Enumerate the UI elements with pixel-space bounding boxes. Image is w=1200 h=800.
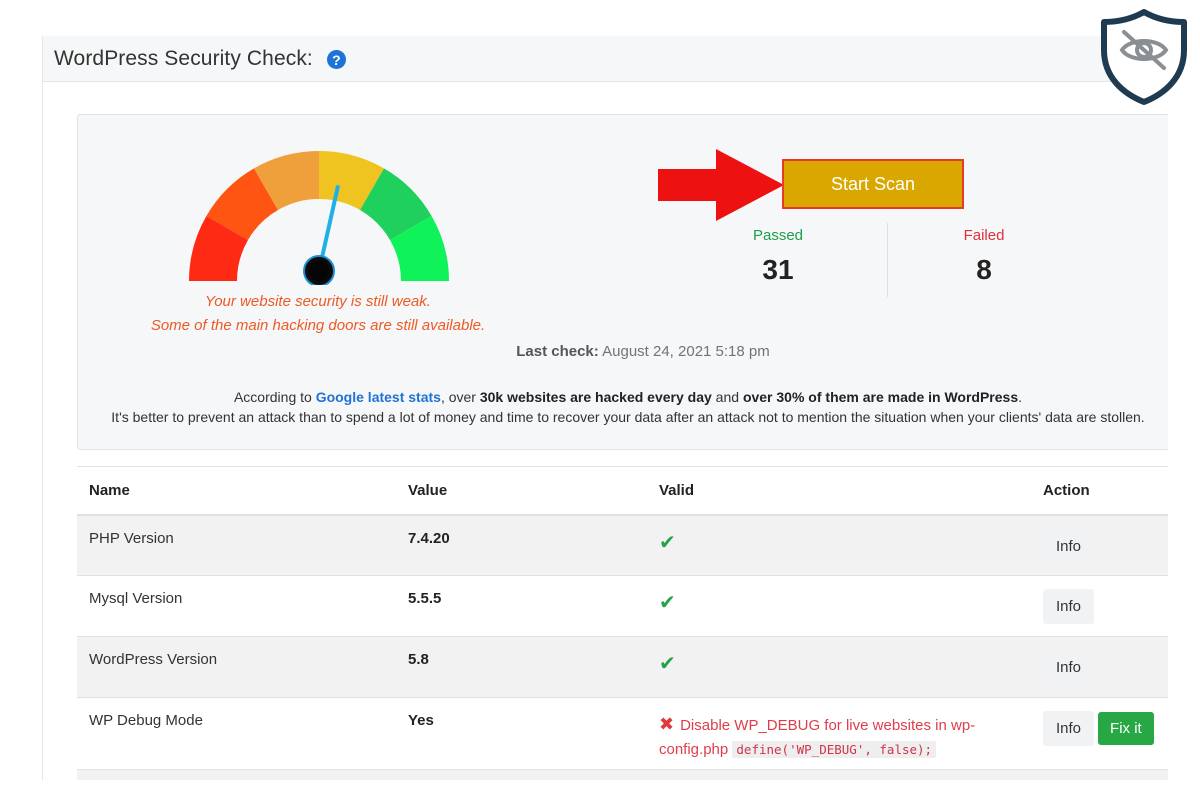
passed-stat: Passed 31 <box>698 227 858 286</box>
stats-paragraph: According to Google latest stats, over 3… <box>78 387 1168 427</box>
column-header-value: Value <box>396 466 647 516</box>
stats-bold-part: over 30% of them are made in WordPress <box>742 389 1019 405</box>
stats-line1: According to Google latest stats, over 3… <box>78 387 1168 407</box>
checks-table: Name Value Valid Action PHP Version 7.4.… <box>77 466 1168 780</box>
row-value <box>396 769 647 780</box>
column-header-action: Action <box>1031 466 1168 516</box>
stats-line2: It's better to prevent an attack than to… <box>111 409 1145 425</box>
stats-bold-part: 30k websites are hacked every day <box>479 389 712 405</box>
gauge-message-line2: Some of the main hacking doors are still… <box>150 317 486 334</box>
row-value: 7.4.20 <box>396 514 647 576</box>
row-value: Yes <box>396 697 647 770</box>
row-name: WordPress Version <box>77 636 396 698</box>
row-action <box>1031 769 1168 780</box>
stat-divider <box>887 223 888 297</box>
row-action: Info Fix it <box>1031 697 1168 770</box>
shield-eye-slash-icon <box>1101 9 1187 105</box>
stats-text-part: . <box>1018 389 1023 405</box>
stats-text-part: According to <box>233 389 316 405</box>
row-action: Info <box>1031 514 1168 576</box>
table-row: WordPress Version 5.8 ✔ Info <box>77 636 1168 698</box>
table-row <box>77 769 1168 780</box>
info-button[interactable]: Info <box>1043 711 1095 746</box>
row-valid: ✖ Disable WP_DEBUG for live websites in w… <box>647 697 1031 770</box>
info-button[interactable]: Info <box>1043 589 1095 624</box>
page-title: WordPress Security Check: <box>54 46 313 70</box>
start-scan-button[interactable]: Start Scan <box>782 159 964 209</box>
row-valid: ✔ <box>647 636 1031 698</box>
row-name: WP Debug Mode <box>77 697 396 770</box>
info-button[interactable]: Info <box>1043 650 1095 685</box>
stats-text-part: , over <box>440 389 480 405</box>
table-row: Mysql Version 5.5.5 ✔ Info <box>77 575 1168 637</box>
column-header-name: Name <box>77 466 396 516</box>
last-check: Last check: August 24, 2021 5:18 pm <box>458 343 828 360</box>
row-action: Info <box>1031 636 1168 698</box>
google-stats-link[interactable]: Google latest stats <box>316 389 441 405</box>
check-icon: ✔ <box>659 653 676 675</box>
security-gauge <box>186 145 452 287</box>
failed-stat: Failed 8 <box>904 227 1064 286</box>
last-check-label: Last check: <box>516 343 599 360</box>
check-icon: ✔ <box>659 592 676 614</box>
row-value: 5.5.5 <box>396 575 647 637</box>
row-value: 5.8 <box>396 636 647 698</box>
row-valid: ✔ <box>647 575 1031 637</box>
warning-code: define('WP_DEBUG', false); <box>732 741 937 758</box>
gauge-message-line1: Your website security is still weak. <box>205 293 431 310</box>
info-button[interactable]: Info <box>1043 528 1095 564</box>
question-circle-icon[interactable]: ? <box>326 50 346 69</box>
row-valid <box>647 769 1031 780</box>
passed-count: 31 <box>762 254 794 285</box>
arrow-right-icon <box>658 149 784 221</box>
check-icon: ✔ <box>659 531 676 554</box>
last-check-value: August 24, 2021 5:18 pm <box>602 343 770 360</box>
column-header-valid: Valid <box>647 466 1031 516</box>
failed-label: Failed <box>963 227 1005 244</box>
failed-count: 8 <box>976 254 992 285</box>
table-row: WP Debug Mode Yes ✖ Disable WP_DEBUG for … <box>77 697 1168 770</box>
row-action: Info <box>1031 575 1168 637</box>
row-name: Mysql Version <box>77 575 396 637</box>
row-name: PHP Version <box>77 514 396 576</box>
row-name <box>77 769 396 780</box>
gauge-hub-inner <box>309 261 329 281</box>
row-valid: ✔ <box>647 514 1031 576</box>
debug-warning: ✖ Disable WP_DEBUG for live websites in w… <box>659 712 1019 762</box>
table-header-row: Name Value Valid Action <box>77 466 1168 516</box>
security-summary-card: Your website security is still weak. Som… <box>77 114 1168 450</box>
main-panel: WordPress Security Check: ? Your website… <box>42 36 1168 780</box>
x-icon: ✖ <box>659 714 675 734</box>
gauge-svg <box>189 151 449 287</box>
page-header: WordPress Security Check: ? <box>43 36 1168 82</box>
stats-text-part: and <box>711 389 743 405</box>
table-row: PHP Version 7.4.20 ✔ Info <box>77 514 1168 576</box>
gauge-message: Your website security is still weak. Som… <box>118 290 518 338</box>
fix-it-button[interactable]: Fix it <box>1098 712 1154 745</box>
passed-label: Passed <box>752 227 804 244</box>
